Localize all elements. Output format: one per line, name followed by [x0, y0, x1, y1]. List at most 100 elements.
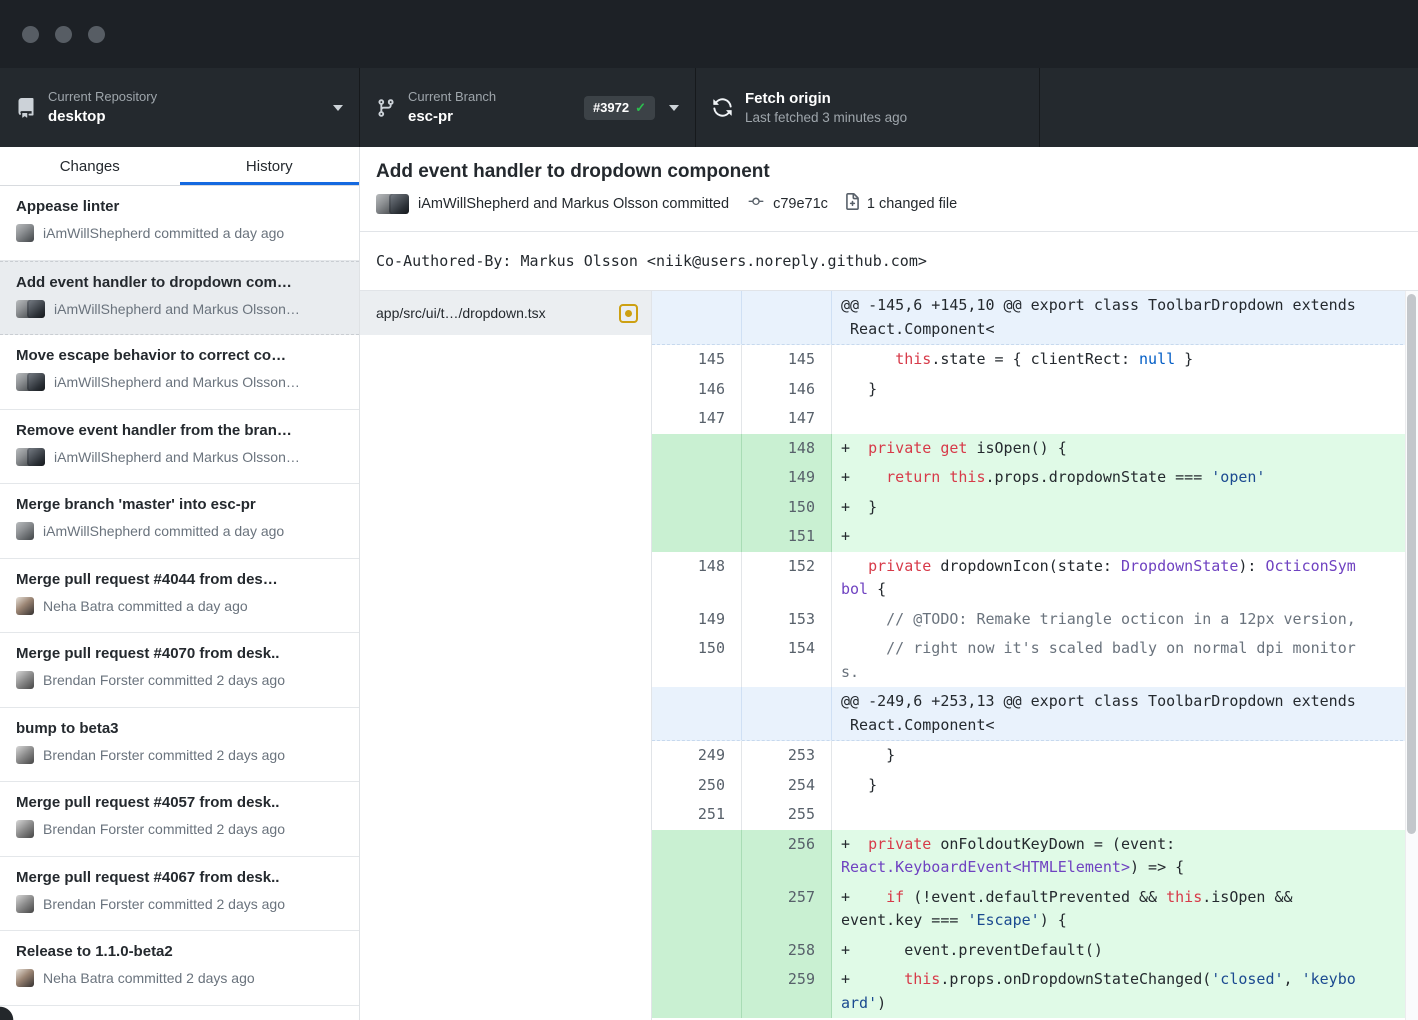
commit-sha: c79e71c	[773, 196, 828, 212]
avatar	[27, 300, 45, 318]
commit-list-item[interactable]: Merge pull request #4067 from desk..Bren…	[0, 857, 359, 932]
avatar	[16, 820, 34, 838]
old-line-number: 147	[652, 404, 742, 434]
diff-row-hunk: @@ -145,6 +145,10 @@ export class Toolba…	[652, 291, 1418, 345]
commit-list-item-meta: iAmWillShepherd and Markus Olsson…	[16, 373, 343, 391]
old-line-number	[652, 522, 742, 552]
close-window-button[interactable]	[22, 26, 39, 43]
tab-history[interactable]: History	[180, 147, 360, 185]
diff-row-context: 249253 }	[652, 741, 1418, 771]
diff-scrollbar-track[interactable]	[1405, 291, 1418, 1020]
commit-byline: iAmWillShepherd and Markus Olsson commit…	[418, 196, 729, 212]
diff-line-content: @@ -145,6 +145,10 @@ export class Toolba…	[832, 291, 1418, 344]
diff-row-context: 147147	[652, 404, 1418, 434]
current-branch-button[interactable]: Current Branch esc-pr #3972 ✓	[360, 68, 696, 147]
fetch-origin-button[interactable]: Fetch origin Last fetched 3 minutes ago	[696, 68, 1040, 147]
commit-list-item-byline: Brendan Forster committed 2 days ago	[43, 672, 285, 688]
commit-list-item-byline: iAmWillShepherd and Markus Olsson…	[54, 449, 300, 465]
commit-author-avatars	[16, 448, 45, 466]
code-line: private dropdownIcon(state: DropdownStat…	[841, 555, 1418, 579]
diff-row-added: 149+ return this.props.dropdownState ===…	[652, 463, 1418, 493]
new-line-number	[742, 291, 832, 344]
new-line-number: 256	[742, 830, 832, 883]
new-line-number: 145	[742, 345, 832, 375]
diff-row-context: 148152 private dropdownIcon(state: Dropd…	[652, 552, 1418, 605]
diff-line-content: + event.preventDefault()	[832, 936, 1418, 966]
commit-list-item[interactable]: Merge pull request #4070 from desk.. Bren…	[0, 633, 359, 708]
commit-list-item-title: Merge pull request #4070 from desk..	[16, 644, 343, 664]
commit-list-item-title: bump to beta3	[16, 719, 343, 739]
diff-line-content: this.state = { clientRect: null }	[832, 345, 1418, 375]
commit-list-item[interactable]: Move escape behavior to correct co… iAmWi…	[0, 335, 359, 410]
code-line: React.Component<	[841, 714, 1418, 738]
window-corner-shadow	[0, 1005, 15, 1020]
diff-row-context: 149153 // @TODO: Remake triangle octicon…	[652, 605, 1418, 635]
scrollbar-thumb[interactable]	[1407, 294, 1416, 834]
current-repository-value: desktop	[48, 107, 157, 127]
code-line: this.state = { clientRect: null }	[841, 348, 1418, 372]
old-line-number: 150	[652, 634, 742, 687]
new-line-number: 147	[742, 404, 832, 434]
commit-list-item[interactable]: bump to beta3Brendan Forster committed 2…	[0, 708, 359, 783]
old-line-number	[652, 936, 742, 966]
ci-status-check-icon: ✓	[635, 100, 646, 116]
new-line-number: 149	[742, 463, 832, 493]
diff-line-content: + this.props.onDropdownStateChanged('clo…	[832, 965, 1418, 1018]
code-line	[841, 803, 1418, 827]
current-branch-label: Current Branch	[408, 89, 496, 105]
avatar	[16, 969, 34, 987]
git-commit-icon	[745, 194, 767, 213]
diff-row-context: 145145 this.state = { clientRect: null }	[652, 345, 1418, 375]
new-line-number: 151	[742, 522, 832, 552]
commit-list-item-meta: iAmWillShepherd committed a day ago	[16, 522, 343, 540]
commit-list-item-byline: iAmWillShepherd and Markus Olsson…	[54, 374, 300, 390]
minimize-window-button[interactable]	[55, 26, 72, 43]
old-line-number: 249	[652, 741, 742, 771]
new-line-number: 254	[742, 771, 832, 801]
old-line-number	[652, 291, 742, 344]
commit-list-item-title: Add event handler to dropdown com…	[16, 273, 343, 293]
commit-list-item[interactable]: Merge pull request #4044 from des…Neha B…	[0, 559, 359, 634]
commit-list-item[interactable]: Release to 1.1.0-beta2Neha Batra committ…	[0, 931, 359, 1006]
new-line-number: 150	[742, 493, 832, 523]
avatar	[389, 194, 409, 214]
old-line-number	[652, 493, 742, 523]
old-line-number: 251	[652, 800, 742, 830]
commit-list-item-meta: iAmWillShepherd and Markus Olsson…	[16, 448, 343, 466]
new-line-number: 148	[742, 434, 832, 464]
code-line: + if (!event.defaultPrevented && this.is…	[841, 886, 1418, 910]
commit-list-item[interactable]: Add event handler to dropdown com…iAmWil…	[0, 261, 359, 336]
new-line-number: 257	[742, 883, 832, 936]
commit-list-item-byline: Brendan Forster committed 2 days ago	[43, 821, 285, 837]
new-line-number: 152	[742, 552, 832, 605]
commit-author-avatars	[16, 969, 34, 987]
commit-list-item[interactable]: Merge pull request #4056 from desk..	[0, 1006, 359, 1020]
diff-row-context: 146146 }	[652, 375, 1418, 405]
commit-list-item-meta: Neha Batra committed 2 days ago	[16, 969, 343, 987]
avatar	[16, 597, 34, 615]
file-list-item[interactable]: app/src/ui/t…/dropdown.tsx	[360, 291, 651, 335]
new-line-number: 255	[742, 800, 832, 830]
commit-list-item[interactable]: Merge pull request #4057 from desk..Bren…	[0, 782, 359, 857]
commit-list-item[interactable]: Merge branch 'master' into esc-priAmWill…	[0, 484, 359, 559]
chevron-down-icon	[333, 105, 343, 111]
diff-line-content: // right now it's scaled badly on normal…	[832, 634, 1418, 687]
commit-list: Appease linteriAmWillShepherd committed …	[0, 186, 359, 1020]
traffic-lights[interactable]	[22, 26, 105, 43]
file-diff-icon	[844, 193, 861, 214]
github-desktop-window: Current Repository desktop Current Branc…	[0, 0, 1418, 1020]
old-line-number: 146	[652, 375, 742, 405]
pull-request-badge: #3972 ✓	[584, 96, 655, 120]
tab-changes[interactable]: Changes	[0, 147, 180, 185]
code-line: }	[841, 378, 1418, 402]
old-line-number	[652, 687, 742, 740]
zoom-window-button[interactable]	[88, 26, 105, 43]
commit-list-item[interactable]: Appease linteriAmWillShepherd committed …	[0, 186, 359, 261]
code-line: @@ -249,6 +253,13 @@ export class Toolba…	[841, 690, 1418, 714]
old-line-number	[652, 965, 742, 1018]
current-repository-button[interactable]: Current Repository desktop	[0, 68, 360, 147]
commit-list-item-title: Move escape behavior to correct co…	[16, 346, 343, 366]
commit-list-item[interactable]: Remove event handler from the bran…iAmWi…	[0, 410, 359, 485]
commit-list-item-title: Merge pull request #4056 from desk..	[16, 1017, 343, 1020]
repo-icon	[16, 98, 36, 118]
